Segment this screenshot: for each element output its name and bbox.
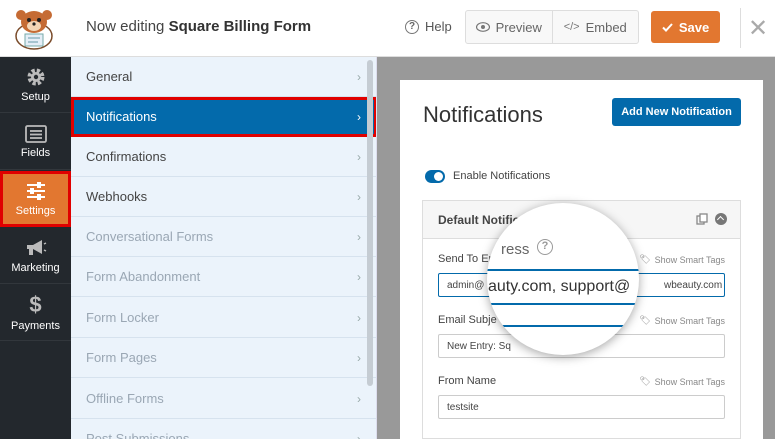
sidebar-item-fields[interactable]: Fields [0,114,71,170]
smart-tags-link[interactable]: 🏷 Show Smart Tags [639,254,725,265]
settings-item-label: Offline Forms [86,391,164,406]
help-label: Help [425,19,452,34]
settings-item-label: Notifications [86,109,157,124]
settings-item-confirmations[interactable]: Confirmations › [71,137,376,177]
preview-button[interactable]: Preview [466,11,552,43]
settings-item-webhooks[interactable]: Webhooks › [71,177,376,217]
editing-prefix: Now editing [86,18,165,35]
magnified-divider [487,325,639,327]
chevron-right-icon: › [357,109,361,124]
enable-notifications-toggle[interactable] [425,170,445,183]
add-new-notification-button[interactable]: Add New Notification [612,98,741,126]
sidebar-item-label: Payments [11,319,60,332]
chevron-right-icon: › [357,431,361,439]
settings-item-label: Form Pages [86,350,157,365]
fields-icon [24,124,47,143]
sidebar-item-label: Setup [21,90,50,103]
section-title: Notifications [423,102,543,127]
smart-tags-link[interactable]: 🏷 Show Smart Tags [639,315,725,326]
gear-icon [27,68,44,85]
embed-button[interactable]: </> Embed [551,11,639,43]
sidebar-item-label: Marketing [11,261,60,274]
settings-item-label: Confirmations [86,149,167,164]
zoom-magnifier: ress ? auty.com, support@ [487,203,639,355]
chevron-right-icon: › [357,310,361,325]
chevron-right-icon: › [357,229,361,244]
checkmark-icon [662,22,673,32]
settings-item-form-locker[interactable]: Form Locker › [71,298,376,338]
magnified-label: ress [501,241,530,258]
settings-item-notifications[interactable]: Notifications › [71,97,376,137]
settings-item-form-abandonment[interactable]: Form Abandonment › [71,257,376,297]
question-icon: ? [537,239,553,255]
sliders-icon [26,181,45,200]
sidebar-item-marketing[interactable]: Marketing [0,228,71,284]
smart-tags-link[interactable]: 🏷 Show Smart Tags [639,376,725,387]
from-name-label: From Name [438,375,497,387]
settings-item-offline-forms[interactable]: Offline Forms › [71,379,376,419]
settings-item-form-pages[interactable]: Form Pages › [71,338,376,378]
sidebar-item-payments[interactable]: $ Payments [0,285,71,341]
settings-item-label: Form Locker [86,310,159,325]
settings-item-label: Form Abandonment [86,269,201,284]
settings-item-post-submissions[interactable]: Post Submissions › [71,419,376,439]
collapse-icon[interactable] [715,213,727,225]
chevron-right-icon: › [357,269,361,284]
settings-item-general[interactable]: General › [71,57,376,97]
tag-icon: 🏷 [639,376,651,386]
close-button[interactable]: ✕ [740,8,775,48]
save-button[interactable]: Save [651,11,720,43]
form-name: Square Billing Form [168,18,312,35]
eye-icon [475,22,490,32]
settings-item-label: Webhooks [86,189,148,204]
save-label: Save [678,19,710,35]
sidebar-item-setup[interactable]: Setup [0,57,71,113]
page-title: Now editing Square Billing Form [86,18,311,35]
magnified-input: auty.com, support@ [487,269,639,305]
chevron-right-icon: › [357,189,361,204]
sidebar-item-label: Fields [20,146,51,159]
settings-scrollbar[interactable] [367,60,373,386]
sidebar-item-label: Settings [15,204,56,217]
wpforms-bear-logo-icon [15,10,53,50]
help-button[interactable]: ? Help [405,19,452,34]
sidebar-item-settings[interactable]: Settings [0,171,71,227]
close-icon: ✕ [747,14,769,42]
copy-icon[interactable] [696,213,708,225]
settings-item-conversational-forms[interactable]: Conversational Forms › [71,217,376,257]
enable-notifications-label: Enable Notifications [453,170,551,182]
settings-item-label: General [86,69,133,84]
send-to-value-tail: wbeauty.com [664,279,723,291]
chevron-right-icon: › [357,149,361,164]
settings-item-label: Conversational Forms [86,229,214,244]
settings-menu: General › Notifications › Confirmations … [71,57,377,439]
from-name-input[interactable]: testsite [438,395,725,419]
tag-icon: 🏷 [639,254,651,264]
settings-item-label: Post Submissions [86,431,190,439]
question-icon: ? [405,19,419,34]
preview-embed-group: Preview </> Embed [465,10,639,44]
tag-icon: 🏷 [639,315,651,325]
preview-label: Preview [495,19,542,35]
top-bar: Now editing Square Billing Form ? Help P… [0,0,775,57]
builder-sidebar: Setup Fields Settings Marketing $ Paymen… [0,57,71,439]
chevron-right-icon: › [357,350,361,365]
chevron-right-icon: › [357,69,361,84]
embed-label: Embed [585,19,627,35]
megaphone-icon [26,239,46,255]
chevron-right-icon: › [357,391,361,406]
dollar-icon: $ [29,291,42,317]
code-icon: </> [563,21,580,33]
